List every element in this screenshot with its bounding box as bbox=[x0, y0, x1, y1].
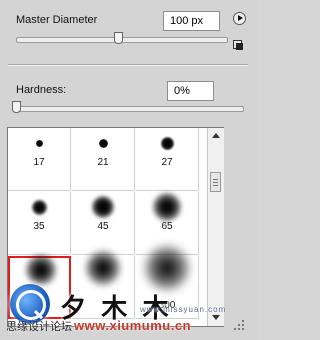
resize-grip-icon[interactable] bbox=[234, 320, 244, 330]
flyout-menu-arrow-icon bbox=[238, 15, 243, 21]
reset-sample-size-button[interactable] bbox=[233, 40, 243, 50]
brush-tip-preview bbox=[98, 138, 108, 148]
brush-tip-preview bbox=[26, 255, 56, 285]
scroll-down-arrow-icon[interactable] bbox=[212, 315, 220, 320]
divider bbox=[8, 64, 248, 66]
hardness-label: Hardness: bbox=[16, 84, 67, 96]
hardness-input[interactable]: 0% bbox=[167, 81, 214, 101]
brush-preset-list: 17 21 27 35 45 65 300 bbox=[7, 127, 224, 327]
brush-size-label: 65 bbox=[161, 221, 173, 232]
brush-size-label: 17 bbox=[33, 157, 45, 168]
brush-size-label: 27 bbox=[161, 157, 173, 168]
scrollbar-thumb[interactable] bbox=[210, 172, 221, 192]
brush-preset-item[interactable]: 21 bbox=[72, 128, 135, 191]
master-diameter-input[interactable]: 100 px bbox=[163, 11, 220, 31]
brush-preset-item[interactable]: 27 bbox=[136, 128, 199, 191]
preset-list-scrollbar[interactable] bbox=[207, 128, 224, 326]
brush-preset-item[interactable]: 300 bbox=[136, 246, 199, 319]
brush-preset-item[interactable]: 17 bbox=[8, 128, 71, 191]
brush-tip-preview bbox=[153, 193, 181, 221]
brush-preset-item[interactable] bbox=[72, 251, 135, 319]
brush-preset-item[interactable] bbox=[8, 255, 71, 319]
brush-tip-preview bbox=[160, 136, 174, 150]
flyout-menu-button[interactable] bbox=[233, 12, 246, 25]
master-diameter-label: Master Diameter bbox=[16, 14, 98, 26]
brush-preset-item[interactable]: 45 bbox=[72, 192, 135, 255]
brush-size-label: 45 bbox=[97, 221, 109, 232]
brush-preset-item[interactable]: 35 bbox=[8, 192, 71, 255]
brush-tip-preview bbox=[86, 251, 120, 285]
hardness-slider-track[interactable] bbox=[16, 106, 244, 112]
brush-size-label: 300 bbox=[158, 300, 176, 311]
scroll-up-arrow-icon[interactable] bbox=[212, 133, 220, 138]
brush-preset-picker-panel: Master Diameter 100 px Hardness: 0% 17 21… bbox=[0, 0, 257, 340]
brush-tip-preview bbox=[145, 246, 189, 290]
brush-tip-preview bbox=[35, 139, 43, 147]
brush-tip-preview bbox=[31, 199, 47, 215]
brush-size-label: 35 bbox=[33, 221, 45, 232]
brush-size-label: 21 bbox=[97, 157, 109, 168]
brush-tip-preview bbox=[92, 196, 114, 218]
